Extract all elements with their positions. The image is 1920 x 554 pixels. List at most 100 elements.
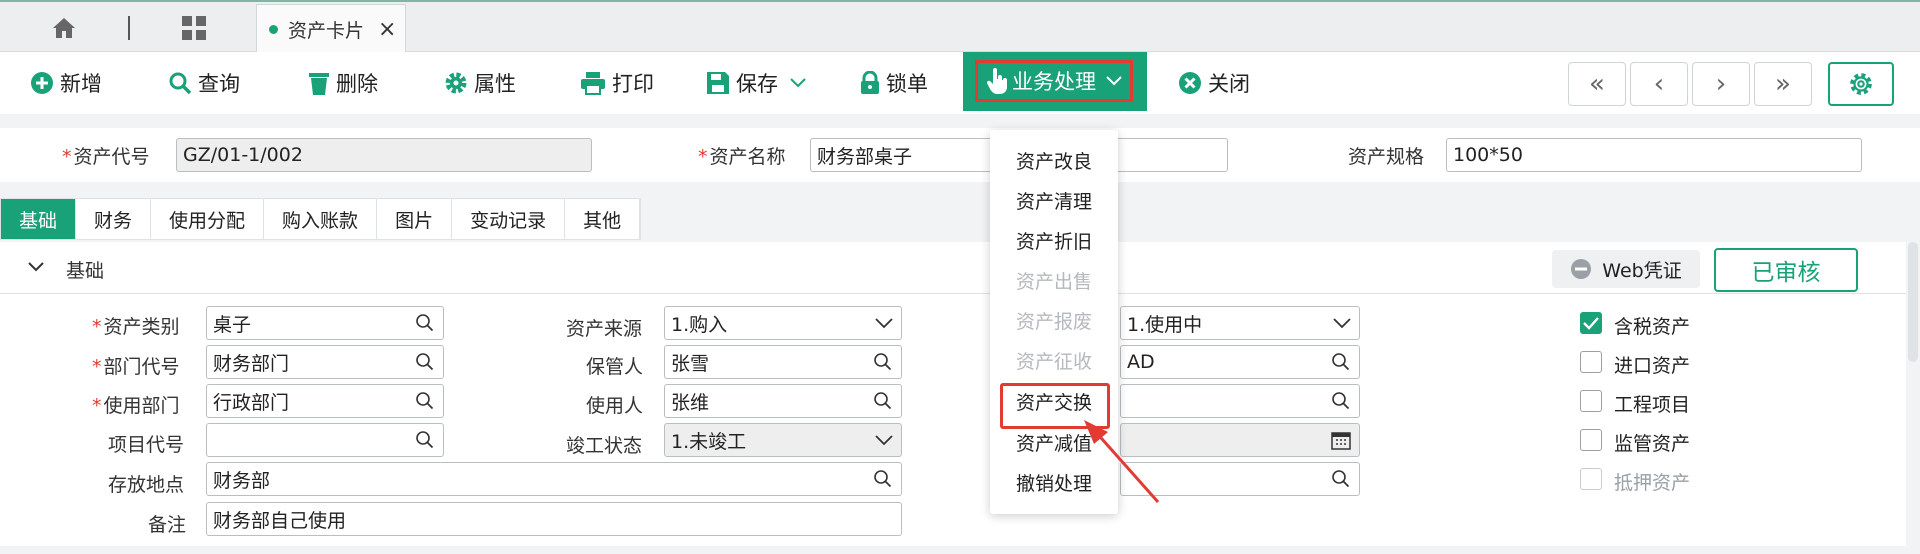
search-icon[interactable] [873, 469, 893, 489]
delete-label: 删除 [336, 72, 378, 96]
save-button[interactable]: 保存 [706, 52, 806, 114]
minus-circle-icon [1571, 259, 1592, 279]
source-select[interactable]: 1.购入 [664, 306, 902, 340]
query-button[interactable]: 查询 [168, 52, 240, 114]
home-icon [53, 18, 75, 38]
menu-item-asset-improve[interactable]: 资产改良 [990, 140, 1118, 180]
search-icon[interactable] [873, 391, 893, 411]
completion-label: 竣工状态 [566, 435, 643, 457]
keeper-field[interactable]: 张雪 [664, 345, 902, 379]
supervised-label: 监管资产 [1614, 433, 1691, 455]
location-label: 存放地点 [108, 474, 185, 496]
close-label: 关闭 [1208, 72, 1250, 96]
col3-row2-field[interactable]: AD [1120, 345, 1360, 379]
engineering-checkbox[interactable] [1580, 390, 1602, 412]
basic-section: 基础 Web凭证 已审核 * 资产类别 桌子 * 部门代号 财务部门 * 使用部门 行… [0, 242, 1906, 546]
tab-separator [128, 16, 130, 40]
home-button[interactable] [38, 10, 90, 46]
close-button[interactable]: 关闭 [1178, 52, 1250, 114]
properties-button[interactable]: 属性 [444, 52, 516, 114]
add-label: 新增 [60, 72, 102, 96]
use-dept-label: * 使用部门 [92, 395, 180, 417]
add-button[interactable]: 新增 [30, 52, 102, 114]
section-title: 基础 [66, 260, 105, 282]
asset-spec-field[interactable]: 100*50 [1446, 138, 1862, 172]
scrollbar-thumb[interactable] [1908, 242, 1918, 362]
search-icon[interactable] [415, 430, 435, 450]
save-disk-icon [707, 72, 729, 94]
tab-finance[interactable]: 财务 [76, 199, 152, 239]
settings-button[interactable] [1828, 62, 1894, 106]
dept-code-field[interactable]: 财务部门 [206, 345, 444, 379]
tab-basic[interactable]: 基础 [1, 199, 77, 239]
engineering-label: 工程项目 [1614, 394, 1691, 416]
active-dot-icon [269, 25, 278, 34]
menu-item-asset-expropriate: 资产征收 [1015, 350, 1092, 373]
web-voucher-button[interactable]: Web凭证 [1552, 250, 1700, 288]
tab-bar: 资产卡片 × [0, 0, 1920, 54]
first-record-button[interactable]: « [1568, 62, 1626, 106]
document-tab-label: 资产卡片 [288, 20, 365, 42]
save-label: 保存 [736, 72, 778, 96]
location-field[interactable]: 财务部 [206, 462, 902, 496]
next-record-button[interactable]: › [1692, 62, 1750, 106]
approved-status-badge: 已审核 [1714, 248, 1858, 292]
menu-item-asset-clear[interactable]: 资产清理 [990, 180, 1118, 220]
mortgaged-checkbox [1580, 468, 1602, 490]
search-icon[interactable] [1331, 469, 1351, 489]
document-tab[interactable]: 资产卡片 × [256, 4, 406, 54]
asset-spec-label: 资产规格 [1348, 146, 1425, 168]
hand-pointer-icon [986, 68, 1007, 94]
menu-item-asset-scrap: 资产报废 [1015, 310, 1092, 333]
menu-item-asset-sell: 资产出售 [1015, 270, 1092, 293]
prev-record-button[interactable]: ‹ [1630, 62, 1688, 106]
tab-purchase-payment[interactable]: 购入账款 [264, 199, 378, 239]
mortgaged-label: 抵押资产 [1614, 472, 1691, 494]
chevron-down-icon[interactable] [790, 78, 806, 88]
apps-button[interactable] [168, 10, 220, 46]
close-tab-icon[interactable]: × [378, 17, 396, 42]
close-circle-icon [1179, 72, 1201, 94]
tab-change-log[interactable]: 变动记录 [452, 199, 566, 239]
search-icon[interactable] [1331, 391, 1351, 411]
business-process-label: 业务处理 [1012, 70, 1096, 94]
tax-included-checkbox[interactable] [1580, 312, 1602, 334]
collapse-chevron-icon[interactable] [28, 262, 44, 272]
gear-icon [445, 72, 467, 94]
asset-code-field[interactable]: GZ/01-1/002 [176, 138, 592, 172]
search-icon[interactable] [415, 313, 435, 333]
search-icon[interactable] [415, 391, 435, 411]
col3-row3-field[interactable] [1120, 384, 1360, 418]
print-button[interactable]: 打印 [580, 52, 654, 114]
menu-item-asset-depreciate[interactable]: 资产折旧 [990, 220, 1118, 260]
source-label: 资产来源 [566, 318, 643, 340]
search-icon[interactable] [1331, 352, 1351, 372]
properties-label: 属性 [474, 72, 516, 96]
dept-code-label: * 部门代号 [92, 356, 180, 378]
category-field[interactable]: 桌子 [206, 306, 444, 340]
chevron-down-icon [875, 435, 893, 446]
completion-select[interactable]: 1.未竣工 [664, 423, 902, 457]
user-field[interactable]: 张维 [664, 384, 902, 418]
lock-button[interactable]: 锁单 [860, 52, 928, 114]
chevron-down-icon [1333, 318, 1351, 329]
tab-usage-allocation[interactable]: 使用分配 [151, 199, 265, 239]
imported-checkbox[interactable] [1580, 351, 1602, 373]
use-dept-field[interactable]: 行政部门 [206, 384, 444, 418]
tab-other[interactable]: 其他 [565, 199, 641, 239]
supervised-checkbox[interactable] [1580, 429, 1602, 451]
header-form: * 资产代号 GZ/01-1/002 * 资产名称 财务部桌子 资产规格 100*5… [0, 128, 1920, 182]
search-icon[interactable] [873, 352, 893, 372]
last-record-button[interactable]: » [1754, 62, 1812, 106]
calendar-icon[interactable] [1331, 430, 1351, 450]
usage-status-select[interactable]: 1.使用中 [1120, 306, 1360, 340]
project-code-field[interactable] [206, 423, 444, 457]
search-icon[interactable] [415, 352, 435, 372]
chevron-down-icon [875, 318, 893, 329]
delete-button[interactable]: 删除 [308, 52, 378, 114]
remark-field[interactable]: 财务部自己使用 [206, 502, 902, 536]
tab-images[interactable]: 图片 [377, 199, 453, 239]
toolbar: 新增 查询 删除 属性 打印 保存 锁单 业务处理 关闭 « ‹ › » [0, 52, 1920, 114]
business-process-button[interactable]: 业务处理 [975, 60, 1133, 102]
lock-icon [861, 71, 879, 94]
